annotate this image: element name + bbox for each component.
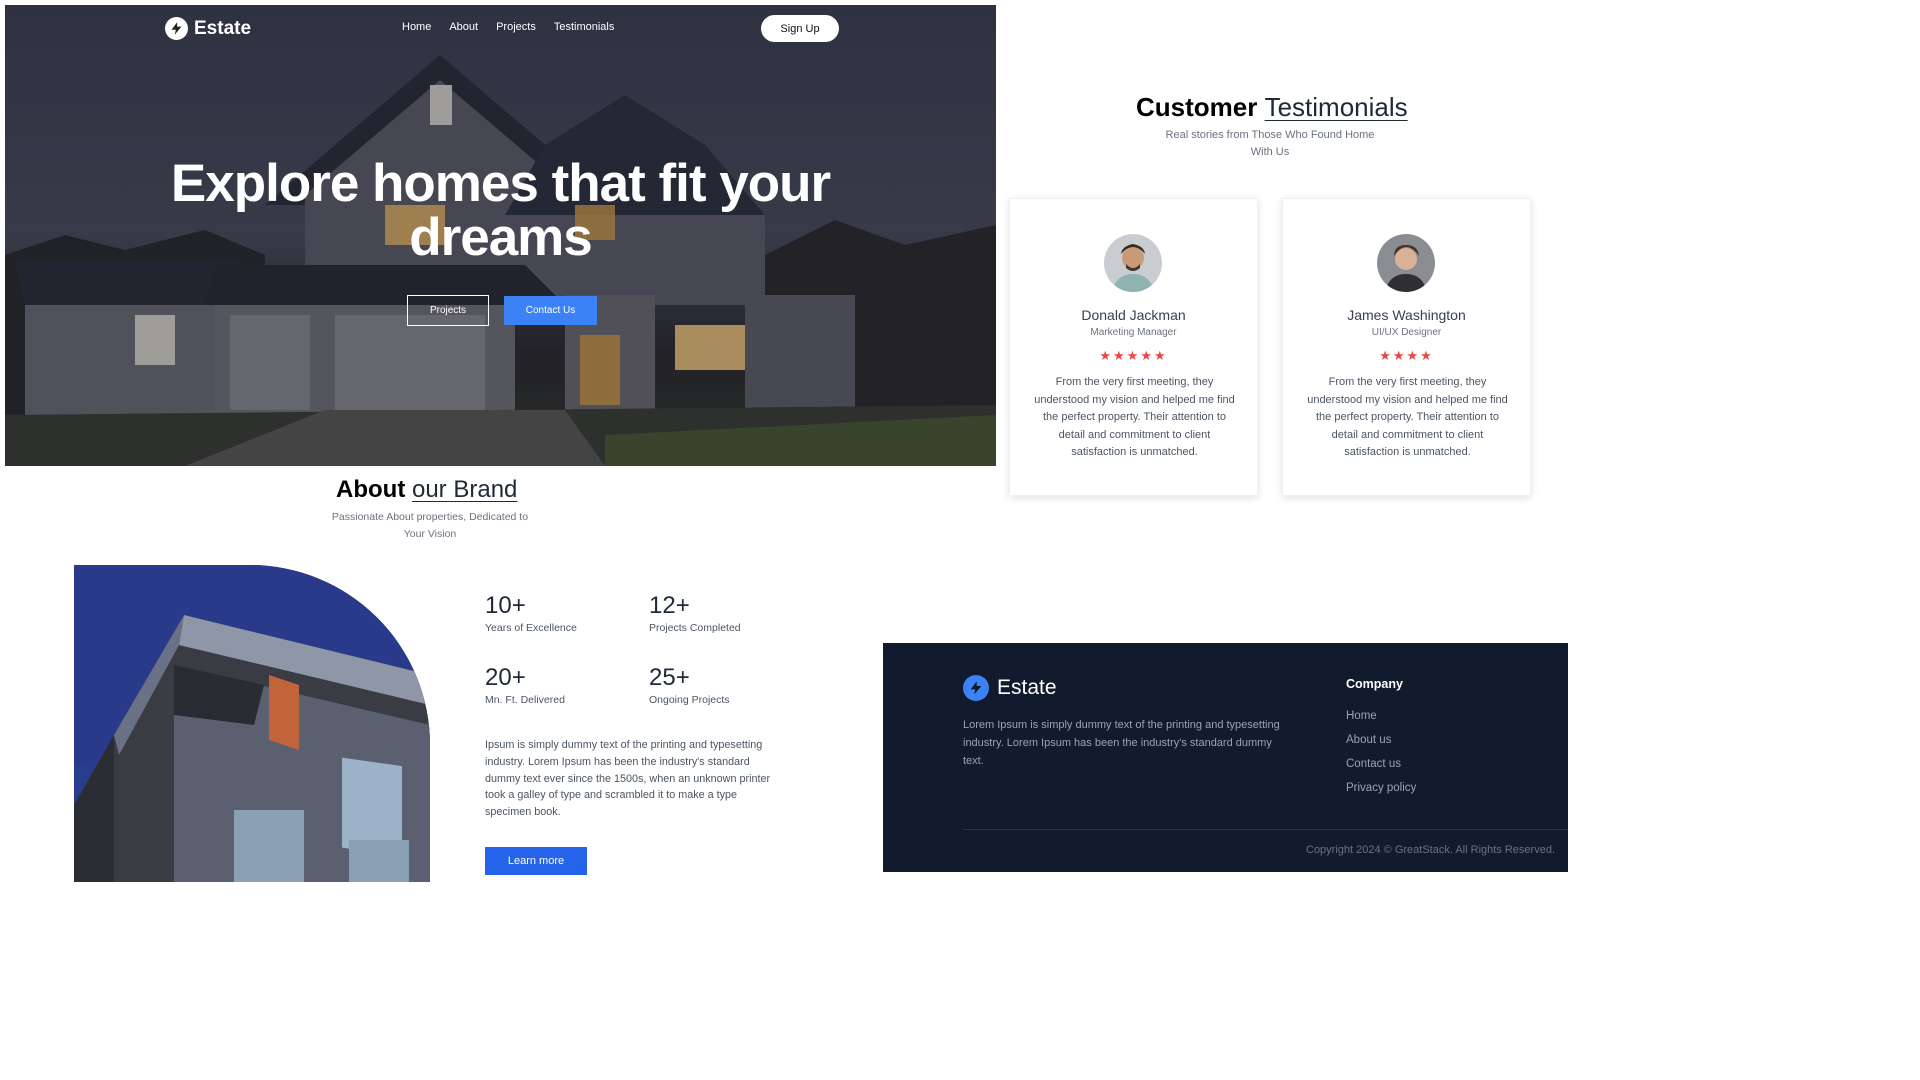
brand-logo[interactable]: Estate — [165, 17, 251, 40]
about-title-underlined: our Brand — [411, 476, 518, 503]
footer-company-heading: Company — [1346, 677, 1403, 691]
avatar — [1377, 234, 1435, 292]
testimonial-role: UI/UX Designer — [1371, 327, 1442, 338]
stat-delivered: 20+ Mn. Ft. Delivered — [485, 664, 565, 706]
stat-value: 25+ — [649, 664, 690, 691]
about-subtitle: Passionate About properties, Dedicated t… — [331, 511, 529, 540]
testimonial-text: From the very first meeting, they unders… — [1307, 376, 1508, 459]
stat-ongoing: 25+ Ongoing Projects — [649, 664, 730, 706]
nav-links: Home About Projects Testimonials — [402, 21, 614, 33]
testimonials-title-bold: Customer — [1136, 92, 1258, 122]
site-footer: Estate Lorem Ipsum is simply dummy text … — [883, 643, 1568, 872]
testimonials-title: Customer Testimonials — [1136, 92, 1408, 123]
contact-us-button[interactable]: Contact Us — [504, 296, 597, 325]
testimonials-title-underlined: Testimonials — [1264, 92, 1408, 122]
about-title-bold: About — [336, 476, 406, 503]
stat-label: Ongoing Projects — [649, 694, 730, 706]
footer-description: Lorem Ipsum is simply dummy text of the … — [963, 719, 1280, 767]
testimonial-name: James Washington — [1347, 307, 1466, 323]
stat-label: Years of Excellence — [485, 622, 577, 634]
brand-name: Estate — [194, 17, 252, 39]
footer-links: Home About us Contact us Privacy policy — [1346, 709, 1416, 796]
nav-link-home[interactable]: Home — [402, 21, 431, 33]
footer-link-home[interactable]: Home — [1346, 709, 1416, 724]
testimonial-text: From the very first meeting, they unders… — [1034, 376, 1235, 459]
nav-link-testimonials[interactable]: Testimonials — [554, 21, 615, 33]
star-rating: ★★★★ — [1379, 348, 1434, 363]
footer-brand-logo[interactable]: Estate — [963, 675, 1057, 701]
footer-link-privacy[interactable]: Privacy policy — [1346, 781, 1416, 796]
testimonial-role: Marketing Manager — [1090, 327, 1177, 338]
about-description: Ipsum is simply dummy text of the printi… — [485, 739, 771, 819]
stat-projects-completed: 12+ Projects Completed — [649, 592, 741, 634]
stat-value: 10+ — [485, 592, 526, 619]
projects-button[interactable]: Projects — [407, 295, 489, 326]
about-title: About our Brand — [336, 476, 517, 504]
avatar — [1104, 234, 1162, 292]
top-navbar: Estate Home About Projects Testimonials … — [5, 5, 996, 53]
footer-brand-name: Estate — [997, 676, 1057, 699]
testimonial-name: Donald Jackman — [1081, 307, 1186, 323]
footer-divider — [963, 829, 1568, 830]
sign-up-button[interactable]: Sign Up — [761, 15, 839, 42]
footer-link-about[interactable]: About us — [1346, 733, 1416, 748]
stat-value: 12+ — [649, 592, 690, 619]
footer-link-contact[interactable]: Contact us — [1346, 757, 1416, 772]
copyright-text: Copyright 2024 © GreatStack. All Rights … — [1306, 844, 1555, 856]
building-image — [74, 565, 430, 882]
hero-title: Explore homes that fit your dreams — [170, 154, 831, 267]
stat-label: Projects Completed — [649, 622, 741, 634]
hero-section: Estate Home About Projects Testimonials … — [5, 5, 996, 466]
testimonials-subtitle: Real stories from Those Who Found Home W… — [1165, 129, 1375, 158]
star-rating: ★★★★★ — [1099, 348, 1168, 363]
stat-years: 10+ Years of Excellence — [485, 592, 577, 634]
stat-value: 20+ — [485, 664, 526, 691]
testimonial-card: Donald Jackman Marketing Manager ★★★★★ F… — [1009, 198, 1258, 496]
nav-link-projects[interactable]: Projects — [496, 21, 536, 33]
nav-link-about[interactable]: About — [449, 21, 478, 33]
learn-more-button[interactable]: Learn more — [485, 847, 587, 875]
lightning-bolt-icon — [165, 17, 188, 40]
testimonial-card: James Washington UI/UX Designer ★★★★ Fro… — [1282, 198, 1531, 496]
lightning-bolt-icon — [963, 675, 989, 701]
stat-label: Mn. Ft. Delivered — [485, 694, 565, 706]
